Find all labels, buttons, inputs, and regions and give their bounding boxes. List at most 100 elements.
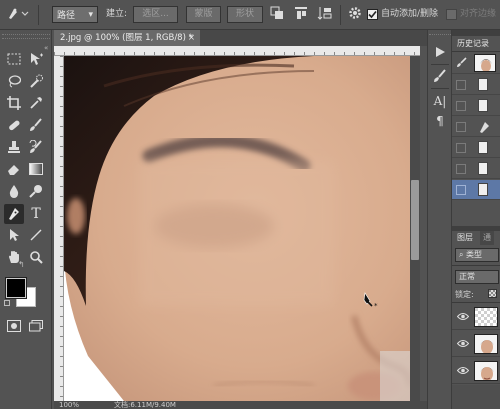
history-step-row[interactable] bbox=[452, 75, 500, 95]
screen-mode-button[interactable] bbox=[26, 317, 46, 337]
history-brush-icon bbox=[456, 57, 467, 71]
eraser-icon bbox=[7, 162, 21, 179]
make-label: 建立: bbox=[106, 9, 128, 19]
eraser-tool[interactable] bbox=[4, 160, 24, 180]
svg-text:*: * bbox=[374, 302, 378, 310]
document-icon bbox=[478, 99, 488, 112]
pen-cursor-icon: * bbox=[362, 292, 382, 313]
path-selection-tool[interactable] bbox=[4, 226, 24, 246]
history-source-checkbox[interactable] bbox=[456, 80, 466, 90]
history-source-checkbox[interactable] bbox=[456, 122, 466, 132]
options-bar: 路径 ▾ 建立: 选区... 蒙版 形状 自动添加/删除 对齐边缘 bbox=[0, 0, 500, 30]
zoom-level[interactable]: 100% bbox=[59, 401, 79, 409]
path-alignment-button[interactable] bbox=[292, 6, 309, 23]
clone-stamp-icon bbox=[7, 140, 21, 157]
move-tool[interactable] bbox=[26, 50, 46, 70]
tab-layers[interactable]: 图层 bbox=[454, 231, 476, 245]
foreground-color-swatch[interactable] bbox=[5, 277, 27, 299]
history-step-row[interactable] bbox=[452, 159, 500, 179]
settings-button[interactable] bbox=[346, 6, 363, 23]
gradient-icon bbox=[29, 162, 43, 178]
vertical-ruler[interactable] bbox=[54, 56, 64, 401]
history-step-row[interactable] bbox=[452, 96, 500, 116]
path-operations-icon bbox=[270, 6, 284, 23]
panel-dock: A| ¶ bbox=[427, 30, 452, 409]
lock-transparent-pixels-icon[interactable] bbox=[488, 289, 497, 298]
layer-row-layer1[interactable] bbox=[452, 331, 500, 357]
layer-thumbnail-face bbox=[474, 361, 498, 381]
quick-selection-tool[interactable] bbox=[26, 72, 46, 92]
tab-history[interactable]: 历史记录 bbox=[454, 37, 492, 51]
history-source-checkbox[interactable] bbox=[456, 101, 466, 111]
crop-tool[interactable] bbox=[4, 94, 24, 114]
history-source-checkbox[interactable] bbox=[456, 164, 466, 174]
brush-tool[interactable] bbox=[26, 116, 46, 136]
make-selection-button[interactable]: 选区... bbox=[133, 6, 178, 23]
divider bbox=[452, 265, 500, 266]
path-operations-button[interactable] bbox=[268, 6, 285, 23]
gradient-tool[interactable] bbox=[26, 160, 46, 180]
vertical-scrollbar[interactable] bbox=[410, 56, 420, 401]
blend-mode-dropdown[interactable]: 正常 bbox=[455, 270, 499, 284]
tool-mode-dropdown[interactable]: 路径 ▾ bbox=[52, 6, 98, 23]
status-bar: 100% 文档:6.11M/9.40M bbox=[54, 401, 427, 409]
align-edges-checkbox[interactable] bbox=[446, 9, 457, 20]
eyedropper-tool[interactable] bbox=[26, 94, 46, 114]
character-icon: A| bbox=[433, 94, 447, 108]
lasso-tool[interactable] bbox=[4, 72, 24, 92]
pen-tool[interactable] bbox=[4, 204, 24, 224]
close-icon[interactable]: × bbox=[188, 30, 195, 46]
tab-bar-empty bbox=[200, 30, 427, 46]
quick-mask-button[interactable] bbox=[4, 317, 24, 337]
marquee-tool[interactable] bbox=[4, 50, 24, 70]
document-tab[interactable]: 2.jpg @ 100% (图层 1, RGB/8) * × bbox=[54, 30, 200, 46]
auto-add-delete-checkbox[interactable] bbox=[367, 9, 378, 20]
make-mask-button[interactable]: 蒙版 bbox=[186, 6, 221, 23]
document-canvas[interactable]: * bbox=[64, 56, 410, 401]
swap-colors-icon[interactable]: ↰ bbox=[18, 260, 25, 269]
line-tool[interactable] bbox=[26, 226, 46, 246]
face-photo bbox=[64, 56, 410, 401]
layer-thumbnail-transparent bbox=[474, 307, 498, 327]
dodge-tool[interactable] bbox=[26, 182, 46, 202]
history-source-checkbox[interactable] bbox=[456, 143, 466, 153]
document-info[interactable]: 文档:6.11M/9.40M bbox=[114, 401, 176, 409]
layer-row-path[interactable] bbox=[452, 304, 500, 330]
scrollbar-thumb[interactable] bbox=[411, 180, 419, 260]
default-colors-icon[interactable] bbox=[4, 300, 10, 306]
history-snapshot-row[interactable] bbox=[452, 52, 500, 74]
tab-channels[interactable]: 通 bbox=[480, 231, 494, 245]
eye-icon[interactable] bbox=[456, 312, 470, 321]
zoom-tool[interactable] bbox=[26, 248, 46, 268]
blur-tool[interactable] bbox=[4, 182, 24, 202]
layer-row-background[interactable] bbox=[452, 358, 500, 384]
history-step-row[interactable] bbox=[452, 138, 500, 158]
history-brush-tool[interactable] bbox=[26, 138, 46, 158]
type-tool[interactable]: T bbox=[26, 204, 46, 224]
panel-grip[interactable] bbox=[2, 34, 50, 39]
make-shape-button[interactable]: 形状 bbox=[227, 6, 263, 23]
history-step-row[interactable] bbox=[452, 117, 500, 137]
layer-thumbnail-face bbox=[474, 334, 498, 354]
eye-icon[interactable] bbox=[456, 339, 470, 348]
clone-stamp-tool[interactable] bbox=[4, 138, 24, 158]
history-source-checkbox[interactable] bbox=[456, 185, 466, 195]
history-step-row-selected[interactable] bbox=[452, 180, 500, 200]
paragraph-button[interactable]: ¶ bbox=[431, 112, 449, 130]
layers-empty-area bbox=[452, 385, 500, 409]
panel-grip[interactable] bbox=[429, 34, 451, 37]
eye-icon[interactable] bbox=[456, 366, 470, 375]
gear-icon bbox=[348, 6, 362, 23]
crop-tool-icon bbox=[7, 95, 21, 113]
actions-panel-button[interactable] bbox=[431, 44, 449, 62]
layer-filter-dropdown[interactable]: ⌕ 类型 bbox=[455, 248, 499, 262]
path-arrangement-button[interactable] bbox=[316, 6, 333, 23]
healing-brush-tool[interactable] bbox=[4, 116, 24, 136]
character-button[interactable]: A| bbox=[431, 92, 449, 110]
history-brush-icon bbox=[29, 139, 43, 157]
lock-label: 锁定: bbox=[455, 290, 474, 299]
healing-brush-icon bbox=[7, 118, 21, 135]
pen-tool-preset-picker[interactable] bbox=[4, 6, 32, 23]
horizontal-ruler[interactable] bbox=[54, 46, 420, 56]
document-icon bbox=[478, 78, 488, 91]
